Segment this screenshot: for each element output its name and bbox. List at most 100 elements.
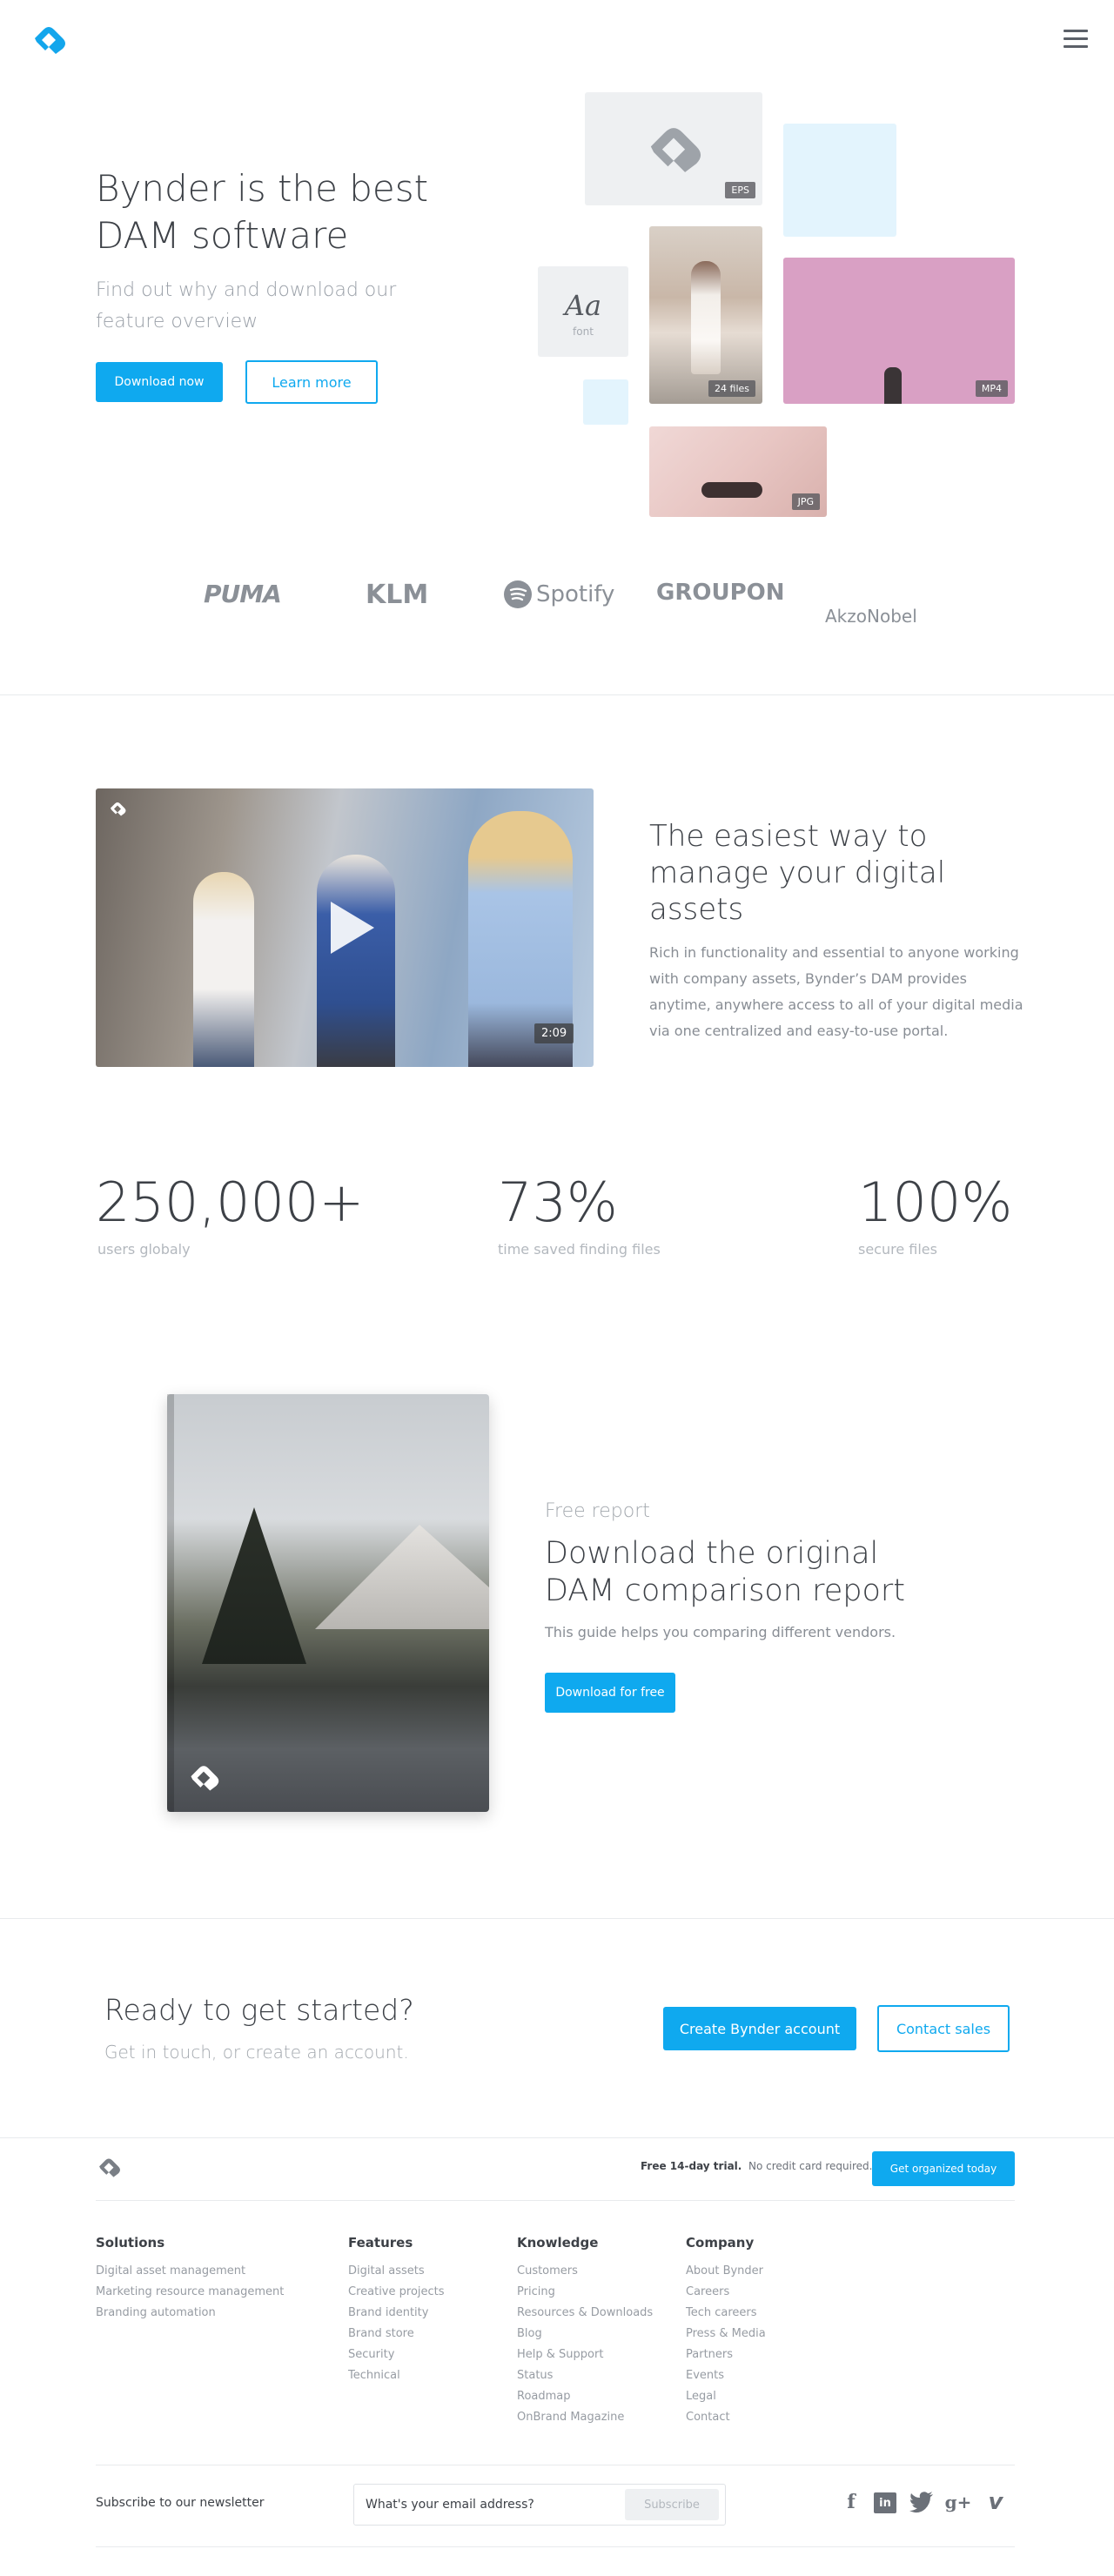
footer-link[interactable]: Brand identity xyxy=(348,2303,445,2324)
footer-link[interactable]: Brand store xyxy=(348,2324,445,2345)
footer-link[interactable]: Technical xyxy=(348,2365,445,2386)
footer-link[interactable]: Partners xyxy=(686,2345,766,2365)
report-cover-image xyxy=(167,1394,489,1812)
photo-collection-tile[interactable]: 24 files xyxy=(649,226,762,404)
footer-column-solutions: Solutions Digital asset management Marke… xyxy=(96,2235,284,2324)
sunglasses-graphic xyxy=(701,482,762,498)
footer-link[interactable]: Roadmap xyxy=(517,2386,653,2407)
stat-label: users globaly xyxy=(97,1241,191,1258)
subscribe-button[interactable]: Subscribe xyxy=(625,2489,719,2520)
video-scene-person xyxy=(193,872,254,1067)
bynder-logo-icon[interactable] xyxy=(30,24,68,54)
placeholder-tile xyxy=(583,379,628,425)
video-duration: 2:09 xyxy=(534,1023,574,1043)
footer-link[interactable]: Marketing resource management xyxy=(96,2282,284,2303)
footer-link[interactable]: Help & Support xyxy=(517,2345,653,2365)
create-account-button[interactable]: Create Bynder account xyxy=(663,2007,856,2050)
footer-link[interactable]: Legal xyxy=(686,2386,766,2407)
footer-link[interactable]: Press & Media xyxy=(686,2324,766,2345)
footer-link[interactable]: Digital asset management xyxy=(96,2261,284,2282)
footer-link[interactable]: Customers xyxy=(517,2261,653,2282)
spotify-logo: Spotify xyxy=(503,580,614,609)
footer-link[interactable]: Status xyxy=(517,2365,653,2386)
footer-column-title: Company xyxy=(686,2235,755,2251)
section-divider xyxy=(0,1918,1114,1919)
footer-column-company: Company About Bynder Careers Tech career… xyxy=(686,2235,766,2428)
vimeo-icon[interactable]: v xyxy=(983,2489,1008,2515)
google-plus-icon[interactable]: g+ xyxy=(945,2489,972,2515)
bynder-logo-icon xyxy=(650,128,701,172)
font-asset-tile[interactable]: Aa font xyxy=(538,266,628,357)
puma-logo: PUMA xyxy=(204,580,282,608)
video-scene-person xyxy=(317,855,395,1067)
stat-value: 100% xyxy=(858,1171,1013,1234)
akzonobel-logo: AkzoNobel xyxy=(825,606,917,627)
photo-figure xyxy=(884,367,902,404)
report-kicker: Free report xyxy=(545,1500,650,1522)
section-body: Rich in functionality and essential to a… xyxy=(649,944,1023,1039)
footer-column-features: Features Digital assets Creative project… xyxy=(348,2235,445,2386)
footer-divider xyxy=(96,2200,1015,2201)
newsletter-email-input[interactable] xyxy=(366,2489,618,2520)
stat-label: time saved finding files xyxy=(498,1241,661,1258)
footer-link[interactable]: Tech careers xyxy=(686,2303,766,2324)
footer-column-title: Features xyxy=(348,2235,413,2251)
bynder-watermark-icon xyxy=(111,802,126,816)
facebook-icon[interactable]: f xyxy=(842,2489,860,2515)
cta-title: Ready to get started? xyxy=(104,1993,414,2027)
jpg-asset-tile[interactable]: JPG xyxy=(649,426,827,517)
footer-link[interactable]: Pricing xyxy=(517,2282,653,2303)
stat-value: 250,000+ xyxy=(96,1171,365,1234)
footer-divider xyxy=(96,2546,1015,2547)
hero-title-line-2: DAM software xyxy=(96,214,349,257)
spotify-wordmark: Spotify xyxy=(536,581,615,607)
cover-trees xyxy=(202,1507,306,1664)
twitter-icon[interactable] xyxy=(909,2491,935,2513)
footer-link[interactable]: Security xyxy=(348,2345,445,2365)
video-asset-tile[interactable]: MP4 xyxy=(783,258,1015,404)
trial-notice: Free 14-day trial. No credit card requir… xyxy=(641,2160,872,2172)
footer-link[interactable]: Careers xyxy=(686,2282,766,2303)
section-divider xyxy=(0,2137,1114,2138)
play-icon[interactable] xyxy=(327,900,376,956)
photo-figure xyxy=(691,261,721,374)
footer-link[interactable]: Branding automation xyxy=(96,2303,284,2324)
bynder-watermark-icon xyxy=(191,1766,219,1791)
get-organized-button[interactable]: Get organized today xyxy=(872,2151,1015,2186)
klm-logo: KLM xyxy=(366,580,429,610)
report-cover-spine xyxy=(167,1394,174,1812)
spotify-icon xyxy=(504,580,532,608)
report-subtitle: This guide helps you comparing different… xyxy=(545,1624,896,1640)
file-type-tag: EPS xyxy=(725,182,755,198)
bynder-logo-icon[interactable] xyxy=(96,2157,122,2177)
hamburger-menu-icon[interactable] xyxy=(1064,30,1088,49)
groupon-logo: GROUPON xyxy=(656,580,785,606)
newsletter-label: Subscribe to our newsletter xyxy=(96,2496,265,2510)
file-type-tag: MP4 xyxy=(975,380,1008,397)
footer-link[interactable]: Resources & Downloads xyxy=(517,2303,653,2324)
hero-subtitle: Find out why and download our feature ov… xyxy=(96,279,397,332)
hero-title: Bynder is the best DAM software xyxy=(96,165,479,259)
hero-title-line-1: Bynder is the best xyxy=(96,167,429,210)
cover-mountain xyxy=(315,1525,489,1629)
footer-link[interactable]: Blog xyxy=(517,2324,653,2345)
download-now-button[interactable]: Download now xyxy=(96,362,223,402)
eps-asset-tile[interactable]: EPS xyxy=(585,92,762,205)
footer-link[interactable]: Contact xyxy=(686,2407,766,2428)
placeholder-tile xyxy=(783,124,896,237)
section-divider xyxy=(0,694,1114,695)
footer-link[interactable]: Events xyxy=(686,2365,766,2386)
footer-column-title: Knowledge xyxy=(517,2235,599,2251)
footer-link[interactable]: Creative projects xyxy=(348,2282,445,2303)
footer-column-title: Solutions xyxy=(96,2235,165,2251)
footer-column-knowledge: Knowledge Customers Pricing Resources & … xyxy=(517,2235,653,2428)
download-for-free-button[interactable]: Download for free xyxy=(545,1673,675,1713)
footer-link[interactable]: Digital assets xyxy=(348,2261,445,2282)
contact-sales-button[interactable]: Contact sales xyxy=(877,2005,1010,2052)
linkedin-icon[interactable]: in xyxy=(874,2492,896,2513)
file-type-tag: JPG xyxy=(791,493,820,510)
footer-link[interactable]: OnBrand Magazine xyxy=(517,2407,653,2428)
learn-more-button[interactable]: Learn more xyxy=(245,360,378,404)
trial-bold: Free 14-day trial. xyxy=(641,2160,742,2172)
footer-link[interactable]: About Bynder xyxy=(686,2261,766,2282)
